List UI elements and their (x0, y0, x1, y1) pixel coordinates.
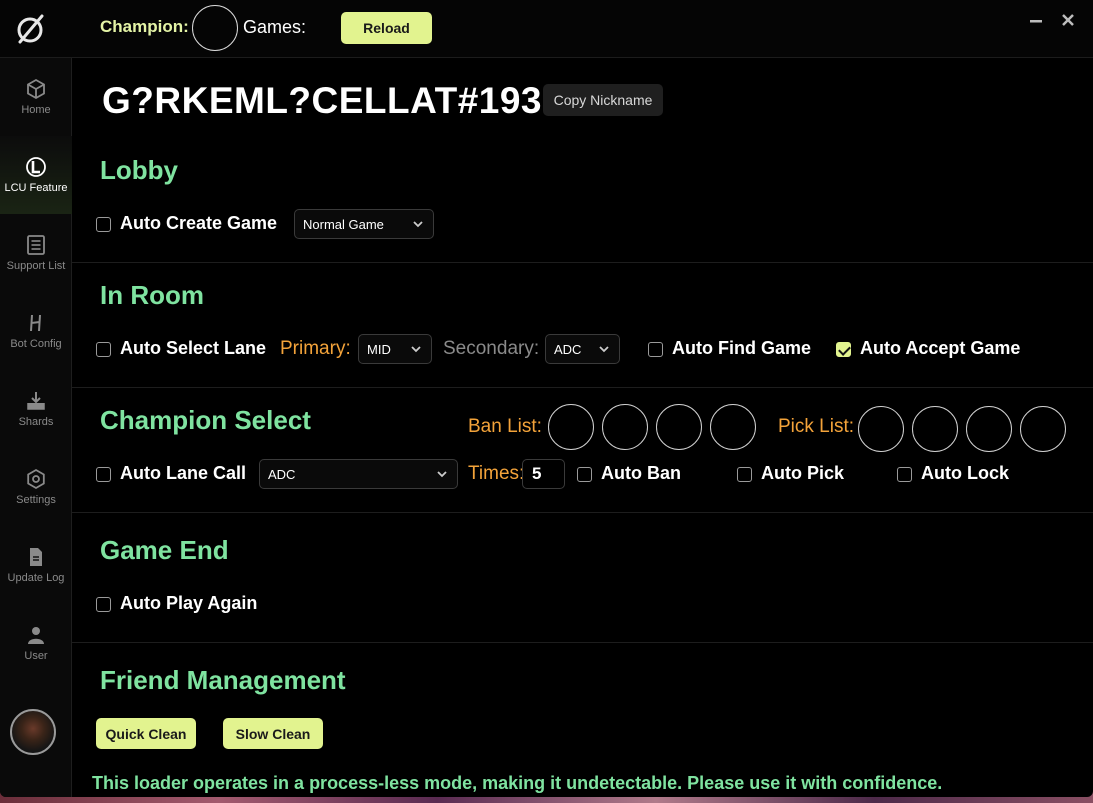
auto-select-lane-checkbox[interactable] (96, 342, 111, 357)
minimize-icon[interactable] (1029, 14, 1043, 28)
auto-create-game-label: Auto Create Game (120, 213, 278, 233)
chevron-down-icon (413, 221, 423, 228)
auto-find-game-checkbox[interactable] (648, 342, 663, 357)
sidebar-item-support-list[interactable]: Support List (0, 214, 72, 292)
primary-lane-label: Primary: (280, 338, 351, 359)
auto-play-again-checkbox[interactable] (96, 597, 111, 612)
game-end-section-title: Game End (100, 535, 229, 565)
chevron-down-icon (411, 346, 421, 353)
sidebar: Home LCU Feature Support List Bot Config (0, 58, 72, 797)
chevron-down-icon (599, 346, 609, 353)
auto-play-again-label: Auto Play Again (120, 593, 258, 613)
close-icon[interactable] (1061, 13, 1075, 27)
app-logo-icon (17, 14, 44, 44)
sidebar-item-lcu-feature[interactable]: LCU Feature (0, 136, 72, 214)
times-label: Times: (468, 463, 525, 484)
ban-slot[interactable] (602, 404, 648, 450)
sidebar-item-home[interactable]: Home (0, 58, 72, 136)
sidebar-item-label: User (24, 650, 48, 662)
pick-slot[interactable] (858, 406, 904, 452)
auto-ban-checkbox[interactable] (577, 467, 592, 482)
chevron-down-icon (437, 471, 447, 478)
section-divider (72, 387, 1093, 388)
ban-slot[interactable] (656, 404, 702, 450)
lane-call-select[interactable]: ADC (259, 459, 458, 489)
sidebar-item-label: Shards (18, 416, 54, 428)
champion-slot[interactable] (192, 5, 238, 51)
game-type-select[interactable]: Normal Game (294, 209, 434, 239)
sidebar-item-settings[interactable]: Settings (0, 448, 72, 526)
sidebar-item-label: Support List (6, 260, 66, 272)
primary-lane-select[interactable]: MID (358, 334, 432, 364)
sidebar-item-bot-config[interactable]: Bot Config (0, 292, 72, 370)
copy-nickname-button[interactable]: Copy Nickname (543, 84, 663, 116)
document-icon (30, 548, 42, 566)
primary-lane-value: MID (367, 341, 391, 357)
user-icon (28, 627, 44, 644)
reload-button[interactable]: Reload (341, 12, 432, 44)
pick-list-label: Pick List: (778, 416, 855, 437)
list-icon (27, 235, 45, 255)
sidebar-item-label: Settings (16, 494, 56, 506)
games-label: Games: (243, 17, 307, 37)
auto-pick-label: Auto Pick (761, 463, 845, 483)
auto-create-game-checkbox[interactable] (96, 217, 111, 232)
cube-icon (27, 78, 45, 100)
pick-slot[interactable] (912, 406, 958, 452)
auto-lock-label: Auto Lock (921, 463, 1009, 483)
sidebar-item-label: Update Log (7, 572, 65, 584)
game-type-value: Normal Game (303, 216, 384, 232)
auto-accept-game-checkbox[interactable] (836, 342, 851, 357)
sidebar-item-label: Bot Config (10, 338, 62, 350)
league-logo-icon (26, 157, 46, 177)
slow-clean-button[interactable]: Slow Clean (223, 718, 323, 749)
pick-slot[interactable] (966, 406, 1012, 452)
sidebar-item-label: LCU Feature (4, 182, 68, 194)
sidebar-item-label: Home (21, 104, 51, 116)
ban-slot[interactable] (548, 404, 594, 450)
auto-accept-game-label: Auto Accept Game (860, 338, 1021, 358)
auto-lane-call-label: Auto Lane Call (120, 463, 247, 483)
quick-clean-button[interactable]: Quick Clean (96, 718, 196, 749)
section-divider (72, 262, 1093, 263)
app-window: Champion: Games: Reload Home LCU Feature (0, 0, 1093, 797)
in-room-section-title: In Room (100, 280, 204, 310)
main-content: G?RKEML?CELLAT#1938 Copy Nickname Lobby … (72, 58, 1093, 797)
ban-slot[interactable] (710, 404, 756, 450)
avatar[interactable] (10, 709, 56, 755)
friend-management-section-title: Friend Management (100, 665, 346, 695)
section-divider (72, 512, 1093, 513)
player-nickname: G?RKEML?CELLAT#1938 (102, 80, 564, 121)
secondary-lane-label: Secondary: (443, 338, 540, 359)
auto-lane-call-checkbox[interactable] (96, 467, 111, 482)
secondary-lane-select[interactable]: ADC (545, 334, 620, 364)
settings-icon (27, 468, 45, 490)
section-divider (72, 642, 1093, 643)
auto-pick-checkbox[interactable] (737, 467, 752, 482)
lane-call-value: ADC (268, 466, 296, 482)
auto-find-game-label: Auto Find Game (672, 338, 811, 358)
bot-icon (30, 314, 41, 332)
champion-label: Champion: (100, 17, 189, 36)
title-bar: Champion: Games: Reload (0, 0, 1093, 58)
sidebar-item-shards[interactable]: Shards (0, 370, 72, 448)
shards-icon (27, 392, 45, 410)
auto-select-lane-label: Auto Select Lane (120, 338, 267, 358)
sidebar-item-update-log[interactable]: Update Log (0, 526, 72, 604)
times-input[interactable]: 5 (522, 459, 565, 489)
auto-lock-checkbox[interactable] (897, 467, 912, 482)
auto-ban-label: Auto Ban (601, 463, 681, 483)
champion-select-section-title: Champion Select (100, 405, 311, 435)
secondary-lane-value: ADC (554, 341, 582, 357)
sidebar-item-user[interactable]: User (0, 604, 72, 682)
pick-slot[interactable] (1020, 406, 1066, 452)
lobby-section-title: Lobby (100, 155, 178, 185)
ban-list-label: Ban List: (468, 416, 542, 437)
footer-message: This loader operates in a process-less m… (92, 773, 943, 793)
